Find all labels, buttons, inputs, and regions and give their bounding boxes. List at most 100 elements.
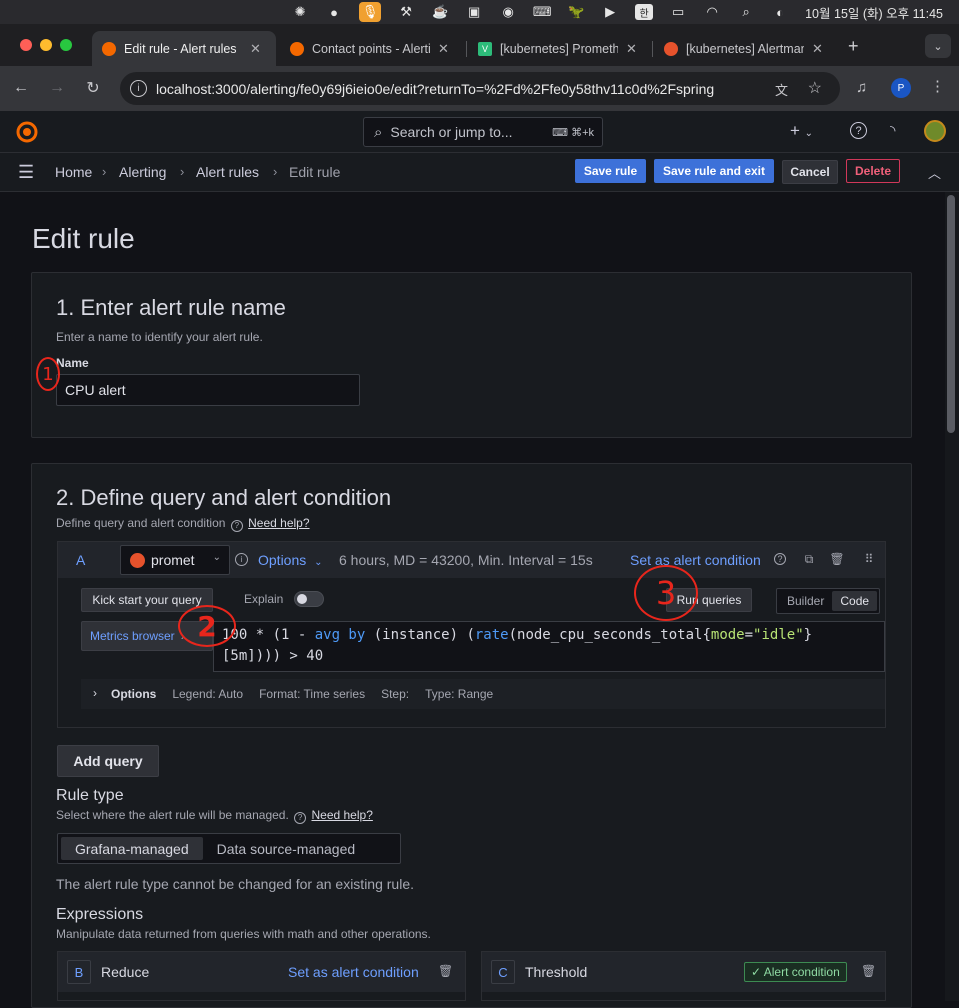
- url-text: localhost:3000/alerting/fe0y69j6ieio0e/e…: [156, 80, 715, 97]
- tab-edit-rule[interactable]: Edit rule - Alert rules ✕: [92, 31, 276, 66]
- new-tab-icon[interactable]: +: [848, 36, 859, 57]
- close-tab-icon[interactable]: ✕: [250, 41, 261, 57]
- rule-type-selector: Grafana-managed Data source-managed: [57, 833, 401, 864]
- scrollbar-thumb[interactable]: [947, 195, 955, 433]
- browser-menu-icon[interactable]: ⋮: [930, 77, 945, 95]
- promql-code-editor[interactable]: 100 * (1 - avg by (instance) (rate(node_…: [213, 621, 885, 672]
- battery-icon[interactable]: ▭: [669, 4, 687, 20]
- microphone-icon[interactable]: 🎙: [359, 2, 382, 22]
- datasource-managed-option[interactable]: Data source-managed: [203, 837, 370, 860]
- input-source-icon[interactable]: 한: [635, 4, 654, 20]
- save-rule-button[interactable]: Save rule: [575, 159, 646, 183]
- dino-icon[interactable]: 🦖: [567, 4, 585, 20]
- tool-icon[interactable]: ⚒: [397, 4, 415, 20]
- delete-expression-icon[interactable]: 🗑: [438, 964, 453, 978]
- save-rule-and-exit-button[interactable]: Save rule and exit: [654, 159, 774, 183]
- alert-condition-badge: ✓ Alert condition: [744, 962, 847, 982]
- chatgpt-icon[interactable]: ✺: [291, 4, 309, 20]
- set-as-alert-condition-link[interactable]: Set as alert condition: [630, 552, 761, 568]
- expression-name: Reduce: [101, 964, 150, 980]
- need-help-link[interactable]: Need help?: [311, 808, 372, 822]
- query-options-bar[interactable]: › Options Legend: Auto Format: Time seri…: [81, 679, 885, 709]
- close-window-button[interactable]: [20, 39, 32, 51]
- user-avatar[interactable]: [924, 120, 946, 142]
- search-shortcut: ⌨ ⌘+k: [552, 126, 594, 139]
- record-icon[interactable]: ◉: [499, 4, 517, 20]
- need-help-link[interactable]: Need help?: [248, 516, 309, 530]
- delete-expression-icon[interactable]: 🗑: [861, 964, 876, 978]
- kettle-icon[interactable]: ☕: [431, 4, 449, 20]
- add-new-icon[interactable]: + ⌄: [790, 121, 813, 141]
- tab-title: Edit rule - Alert rules: [124, 41, 237, 56]
- bookmark-star-icon[interactable]: ☆: [808, 78, 822, 98]
- grafana-logo-icon[interactable]: [15, 120, 39, 144]
- address-bar[interactable]: i localhost:3000/alerting/fe0y69j6ieio0e…: [120, 72, 840, 105]
- query-options-toggle[interactable]: Options ⌄: [258, 552, 323, 568]
- section-title: 2. Define query and alert condition: [56, 485, 392, 510]
- close-tab-icon[interactable]: ✕: [812, 41, 823, 57]
- menubar-clock[interactable]: 10월 15일 (화) 오후 11:45: [805, 3, 943, 22]
- chevron-right-icon: ›: [180, 164, 185, 179]
- news-rss-icon[interactable]: ◝: [890, 122, 895, 139]
- collapse-chevron-icon[interactable]: ︿: [928, 163, 941, 182]
- query-options-summary: 6 hours, MD = 43200, Min. Interval = 15s: [339, 552, 593, 568]
- query-help-icon[interactable]: ?: [774, 553, 786, 565]
- set-as-alert-condition-link[interactable]: Set as alert condition: [288, 964, 419, 980]
- tab-search-icon[interactable]: ⌄: [925, 34, 951, 58]
- keyboard-icon[interactable]: ⌨: [533, 4, 552, 20]
- menu-app-icon[interactable]: ▣: [465, 4, 483, 20]
- tab-separator: [652, 41, 653, 57]
- menu-hamburger-icon[interactable]: ☰: [18, 162, 34, 183]
- expression-ref-id[interactable]: B: [67, 960, 91, 984]
- breadcrumb-alert-rules[interactable]: Alert rules: [196, 164, 259, 180]
- translate-icon[interactable]: 文: [775, 80, 788, 99]
- query-header: A promet ⌄ i Options ⌄ 6 hours, MD = 432…: [58, 542, 885, 578]
- wifi-icon[interactable]: ◠: [703, 4, 721, 20]
- drag-handle-icon[interactable]: ⠿: [862, 552, 876, 566]
- minimize-window-button[interactable]: [40, 39, 52, 51]
- close-tab-icon[interactable]: ✕: [626, 41, 637, 57]
- section-description: Enter a name to identify your alert rule…: [56, 330, 263, 344]
- tab-alertmanager[interactable]: [kubernetes] Alertmanager ✕: [654, 31, 838, 66]
- notification-app-icon[interactable]: ●: [325, 4, 343, 20]
- tab-prometheus[interactable]: V [kubernetes] Prometheus ✕: [468, 31, 652, 66]
- tab-contact-points[interactable]: Contact points - Alerting ✕: [280, 31, 466, 66]
- control-center-icon[interactable]: ◐: [771, 4, 789, 20]
- spotlight-icon[interactable]: ⌕: [737, 4, 755, 20]
- back-arrow-icon[interactable]: ←: [11, 78, 31, 98]
- expression-name: Threshold: [525, 964, 588, 980]
- help-icon[interactable]: ?: [850, 122, 867, 139]
- alertmanager-favicon-icon: [664, 41, 678, 56]
- search-input[interactable]: Search or jump to...: [390, 124, 512, 140]
- add-query-button[interactable]: Add query: [57, 745, 159, 777]
- code-token: avg by: [314, 627, 366, 643]
- description-text: Define query and alert condition: [56, 516, 226, 530]
- query-ref-id[interactable]: A: [76, 552, 85, 568]
- delete-query-icon[interactable]: 🗑: [829, 552, 844, 566]
- section-description: Define query and alert condition ? Need …: [56, 516, 310, 532]
- chevron-right-icon: ›: [93, 686, 97, 700]
- grafana-managed-option[interactable]: Grafana-managed: [61, 837, 203, 860]
- builder-mode-option[interactable]: Builder: [779, 591, 832, 611]
- breadcrumb-home[interactable]: Home: [55, 164, 92, 180]
- search-bar[interactable]: ⌕ Search or jump to... ⌨ ⌘+k: [363, 117, 603, 147]
- breadcrumb-alerting[interactable]: Alerting: [119, 164, 166, 180]
- forward-arrow-icon[interactable]: →: [47, 78, 67, 98]
- reload-icon[interactable]: ↻: [83, 78, 103, 98]
- cancel-button[interactable]: Cancel: [782, 160, 838, 184]
- close-tab-icon[interactable]: ✕: [438, 41, 449, 57]
- site-info-icon[interactable]: i: [130, 80, 147, 97]
- profile-avatar[interactable]: P: [891, 78, 911, 98]
- explain-toggle[interactable]: [294, 591, 324, 607]
- grafana-favicon-icon: [290, 41, 304, 56]
- delete-button[interactable]: Delete: [846, 159, 900, 183]
- rule-name-input[interactable]: CPU alert: [56, 374, 360, 406]
- zoom-window-button[interactable]: [60, 39, 72, 51]
- media-controls-icon[interactable]: ♫: [856, 79, 867, 96]
- explain-label: Explain: [244, 592, 284, 606]
- play-icon[interactable]: ▶: [601, 4, 619, 20]
- datasource-picker[interactable]: promet ⌄: [120, 545, 230, 575]
- expression-ref-id[interactable]: C: [491, 960, 515, 984]
- code-mode-option[interactable]: Code: [832, 591, 878, 611]
- duplicate-query-icon[interactable]: ⧉: [802, 552, 816, 566]
